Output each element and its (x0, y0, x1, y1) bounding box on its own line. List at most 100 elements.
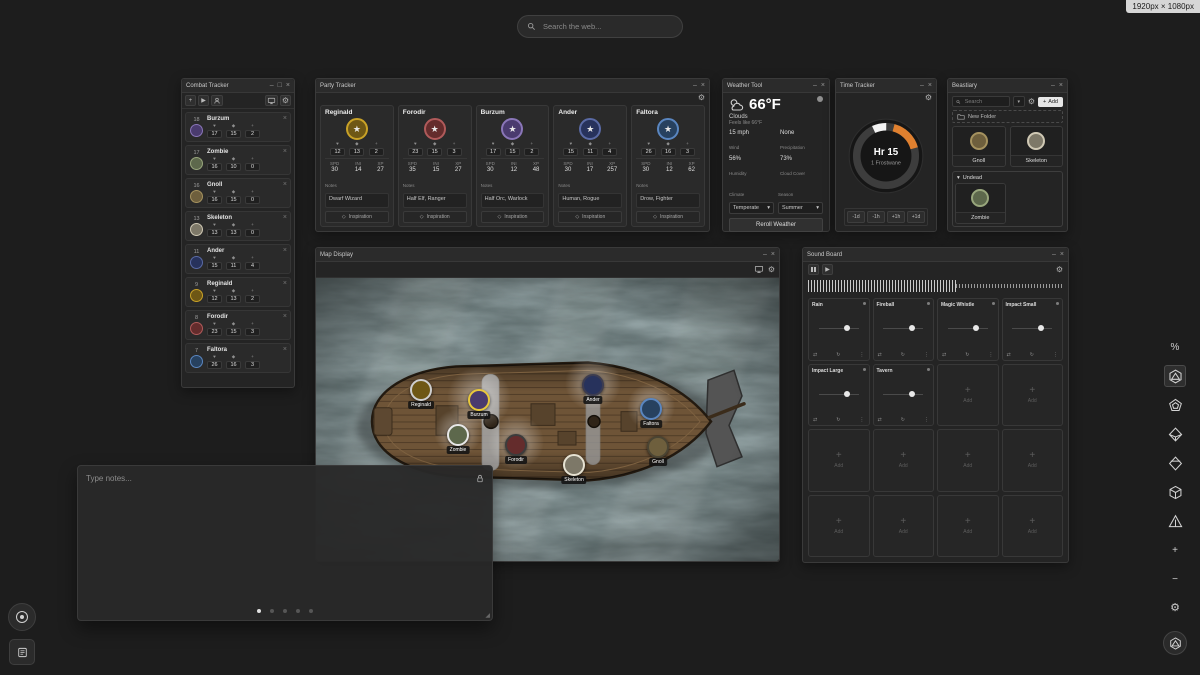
inspiration-toggle[interactable]: ◇ Inspiration (636, 211, 700, 223)
volume-knob[interactable] (909, 325, 915, 331)
loop-icon[interactable]: ↻ (901, 352, 905, 358)
ac-value[interactable]: 10 (226, 163, 241, 171)
pause-button[interactable] (808, 264, 819, 275)
volume-knob[interactable] (844, 325, 850, 331)
ac-value[interactable]: 15 (505, 148, 520, 156)
add-die-button[interactable]: + (1164, 539, 1186, 561)
hp-value[interactable]: 16 (207, 196, 222, 204)
party-card[interactable]: Reginald ★ ♥12 ◆13 +2 SPD30 INI14 XP27 N… (320, 105, 394, 227)
page-dot[interactable] (296, 609, 300, 613)
close-icon[interactable]: × (928, 82, 932, 89)
time-step-button[interactable]: -1h (867, 211, 885, 223)
resize-handle-icon[interactable]: ◢ (485, 612, 490, 619)
remove-combatant-icon[interactable]: × (283, 346, 287, 353)
party-card[interactable]: Ander ★ ♥15 ◆11 +4 SPD30 INI17 XP257 Not… (553, 105, 627, 227)
map-token[interactable]: Faltora (640, 398, 662, 420)
remove-combatant-icon[interactable]: × (283, 148, 287, 155)
hp-value[interactable]: 15 (563, 148, 578, 156)
pad-menu-icon[interactable]: ⋮ (1053, 352, 1058, 358)
inspiration-toggle[interactable]: ◇ Inspiration (481, 211, 545, 223)
play-button[interactable]: ▶ (822, 264, 833, 275)
minimize-icon[interactable]: – (763, 251, 767, 258)
notes-text[interactable]: Half Elf, Ranger (403, 193, 467, 208)
next-turn-button[interactable]: ▶ (198, 95, 209, 106)
settings-gear-icon[interactable]: ⚙ (768, 266, 775, 274)
hp-value[interactable]: 15 (207, 262, 222, 270)
remove-combatant-icon[interactable]: × (283, 115, 287, 122)
settings-gear-icon[interactable]: ⚙ (698, 94, 705, 102)
sound-board-header[interactable]: Sound Board – × (803, 248, 1068, 262)
settings-gear-icon[interactable]: ⚙ (280, 95, 291, 106)
remove-combatant-icon[interactable]: × (283, 181, 287, 188)
time-dial[interactable]: Hr 15 1 Frostwane (847, 117, 925, 195)
minimize-icon[interactable]: – (920, 82, 924, 89)
empty-sound-pad[interactable]: + Add (1002, 495, 1064, 558)
d12-dice-button[interactable] (1164, 394, 1186, 416)
map-token[interactable]: Gnoll (647, 436, 669, 458)
inspiration-toggle[interactable]: ◇ Inspiration (403, 211, 467, 223)
hp-value[interactable]: 17 (486, 148, 501, 156)
creature-card[interactable]: Zombie (955, 183, 1006, 224)
ac-value[interactable]: 16 (661, 148, 676, 156)
notes-text[interactable]: Drow, Fighter (636, 193, 700, 208)
close-icon[interactable]: × (701, 82, 705, 89)
waveform-display[interactable] (808, 277, 1063, 295)
notes-fab-button[interactable] (9, 639, 35, 665)
volume-slider[interactable] (883, 394, 923, 395)
hp-value[interactable]: 23 (408, 148, 423, 156)
empty-sound-pad[interactable]: + Add (1002, 429, 1064, 492)
combatant-row[interactable]: 11 Ander ♥15 ◆11 +4 × (185, 244, 291, 274)
minimize-icon[interactable]: – (693, 82, 697, 89)
new-folder-button[interactable]: New Folder (952, 110, 1063, 123)
loop-icon[interactable]: ↻ (965, 352, 969, 358)
combatant-row[interactable]: 16 Gnoll ♥16 ◆15 +0 × (185, 178, 291, 208)
empty-sound-pad[interactable]: + Add (1002, 364, 1064, 427)
sound-pad[interactable]: Tavern ⇄ ↻ ⋮ (873, 364, 935, 427)
settings-gear-icon[interactable]: ⚙ (1028, 98, 1035, 106)
volume-knob[interactable] (973, 325, 979, 331)
empty-sound-pad[interactable]: + Add (808, 495, 870, 558)
dice-tray-button[interactable] (1163, 631, 1187, 655)
settings-gear-icon[interactable]: ⚙ (925, 94, 932, 102)
loop-icon[interactable]: ↻ (836, 417, 840, 423)
creature-search-box[interactable] (952, 96, 1010, 107)
bonus-value[interactable]: 2 (524, 148, 539, 156)
volume-slider[interactable] (1012, 328, 1052, 329)
combatant-row[interactable]: 7 Faltora ♥26 ◆16 +3 × (185, 343, 291, 373)
page-dot[interactable] (270, 609, 274, 613)
map-token[interactable]: Skeleton (563, 454, 585, 476)
maximize-icon[interactable]: □ (278, 82, 282, 89)
page-dot[interactable] (257, 609, 261, 613)
close-icon[interactable]: × (771, 251, 775, 258)
empty-sound-pad[interactable]: + Add (937, 364, 999, 427)
ac-value[interactable]: 11 (583, 148, 598, 156)
empty-sound-pad[interactable]: + Add (937, 495, 999, 558)
party-card[interactable]: Burzum ★ ♥17 ◆15 +2 SPD30 INI12 XP48 Not… (476, 105, 550, 227)
hp-value[interactable]: 12 (330, 148, 345, 156)
map-token[interactable]: Forodir (505, 434, 527, 456)
player-view-icon[interactable] (754, 265, 764, 274)
map-token[interactable]: Ander (582, 374, 604, 396)
combatant-row[interactable]: 18 Burzum ♥17 ◆15 +2 × (185, 112, 291, 142)
bonus-value[interactable]: 4 (245, 262, 260, 270)
volume-slider[interactable] (883, 328, 923, 329)
add-creature-button[interactable]: + Add (1038, 97, 1063, 107)
sound-pad[interactable]: Rain ⇄ ↻ ⋮ (808, 298, 870, 361)
dice-settings-button[interactable]: ⚙ (1164, 597, 1186, 619)
d4-dice-button[interactable] (1164, 510, 1186, 532)
ac-value[interactable]: 16 (226, 361, 241, 369)
ac-value[interactable]: 15 (226, 196, 241, 204)
empty-sound-pad[interactable]: + Add (808, 429, 870, 492)
ac-value[interactable]: 13 (226, 229, 241, 237)
map-display-header[interactable]: Map Display – × (316, 248, 779, 262)
add-player-button[interactable] (211, 95, 223, 106)
time-step-button[interactable]: -1d (847, 211, 865, 223)
reroll-weather-button[interactable]: Reroll Weather (729, 218, 823, 232)
bonus-value[interactable]: 2 (245, 295, 260, 303)
close-icon[interactable]: × (1059, 82, 1063, 89)
ac-value[interactable]: 13 (349, 148, 364, 156)
combatant-row[interactable]: 9 Reginald ♥12 ◆13 +2 × (185, 277, 291, 307)
notes-panel[interactable]: ◢ (77, 465, 493, 621)
combatant-row[interactable]: 13 Skeleton ♥13 ◆13 +0 × (185, 211, 291, 241)
volume-slider[interactable] (819, 328, 859, 329)
